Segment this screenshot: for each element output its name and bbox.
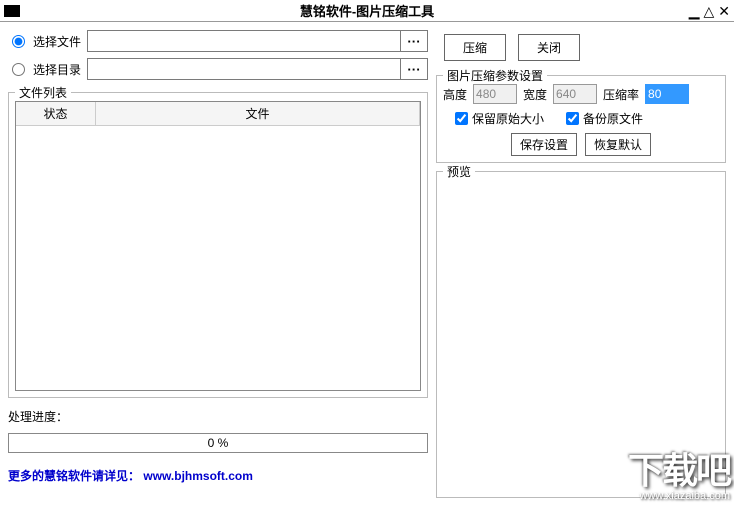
width-label: 宽度 — [523, 86, 547, 103]
progress-bar: 0 % — [8, 433, 428, 453]
backup-label: 备份原文件 — [583, 110, 643, 127]
maximize-icon[interactable]: △ — [703, 4, 714, 18]
file-list-legend: 文件列表 — [15, 84, 71, 101]
footer-link[interactable]: www.bjhmsoft.com — [143, 469, 253, 483]
file-list-header: 状态 文件 — [16, 102, 420, 126]
close-icon[interactable]: ✕ — [718, 4, 730, 18]
window-title: 慧铭软件-图片压缩工具 — [300, 1, 434, 20]
select-file-label: 选择文件 — [33, 33, 81, 50]
save-settings-button[interactable]: 保存设置 — [511, 133, 577, 156]
ratio-input[interactable] — [645, 84, 689, 104]
params-legend: 图片压缩参数设置 — [443, 67, 547, 84]
keep-size-checkbox[interactable] — [455, 112, 468, 125]
browse-file-button[interactable]: ··· — [400, 30, 428, 52]
select-dir-label: 选择目录 — [33, 61, 81, 78]
file-path-input[interactable] — [87, 30, 400, 52]
browse-dir-button[interactable]: ··· — [400, 58, 428, 80]
preview-box: 预览 — [436, 171, 726, 498]
keep-size-label: 保留原始大小 — [472, 110, 544, 127]
select-file-radio[interactable] — [12, 35, 25, 48]
close-button[interactable]: 关闭 — [518, 34, 580, 61]
file-list[interactable]: 状态 文件 — [15, 101, 421, 391]
ratio-label: 压缩率 — [603, 86, 639, 103]
backup-checkbox[interactable] — [566, 112, 579, 125]
col-file[interactable]: 文件 — [96, 102, 420, 125]
file-list-fieldset: 文件列表 状态 文件 — [8, 92, 428, 398]
preview-legend: 预览 — [443, 163, 475, 180]
width-input — [553, 84, 597, 104]
compress-button[interactable]: 压缩 — [444, 34, 506, 61]
params-fieldset: 图片压缩参数设置 高度 宽度 压缩率 保留原始大小 备份原文件 — [436, 75, 726, 163]
progress-text: 0 % — [208, 436, 229, 450]
footer-prefix: 更多的慧铭软件请详见： — [8, 469, 140, 483]
height-label: 高度 — [443, 86, 467, 103]
app-icon — [4, 9, 20, 13]
dir-path-input[interactable] — [87, 58, 400, 80]
col-status[interactable]: 状态 — [16, 102, 96, 125]
progress-label: 处理进度： — [8, 408, 428, 425]
minimize-icon[interactable]: ▁ — [689, 4, 700, 18]
restore-default-button[interactable]: 恢复默认 — [585, 133, 651, 156]
footer-line: 更多的慧铭软件请详见： www.bjhmsoft.com — [8, 467, 428, 484]
titlebar: 慧铭软件-图片压缩工具 ▁ △ ✕ — [0, 0, 734, 22]
select-dir-radio[interactable] — [12, 63, 25, 76]
height-input — [473, 84, 517, 104]
